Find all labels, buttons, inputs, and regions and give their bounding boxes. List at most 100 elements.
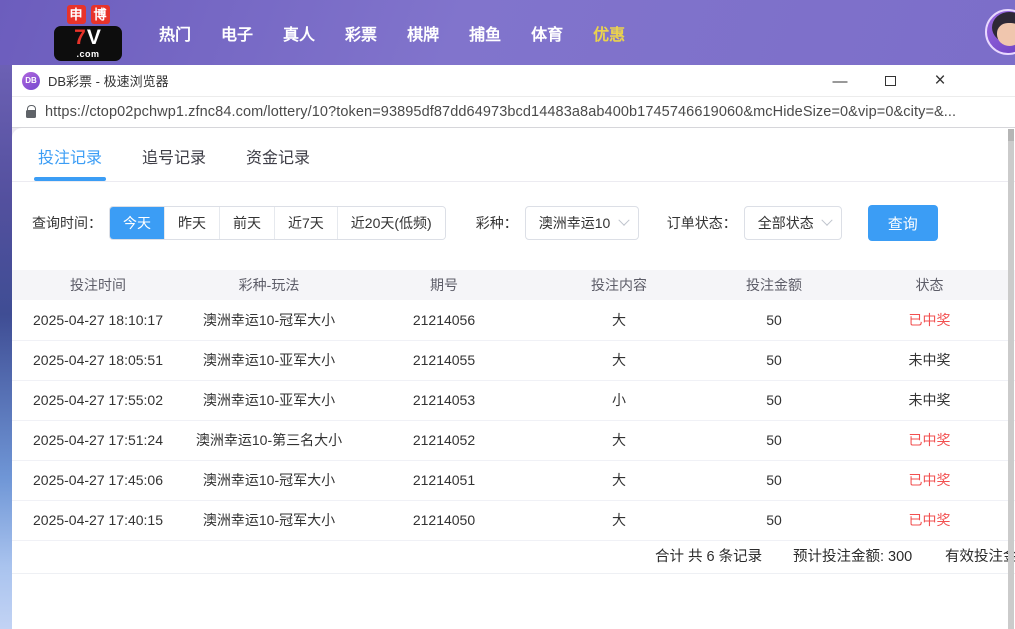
- record-tab[interactable]: 资金记录: [246, 144, 310, 181]
- logo-badges: 申 博: [54, 4, 122, 24]
- cell-bet-amount: 50: [704, 460, 844, 501]
- cell-issue-number: 21214052: [354, 420, 534, 461]
- site-favicon-icon: DB: [22, 71, 40, 90]
- maximize-icon: [884, 76, 896, 86]
- nav-item[interactable]: 体育: [516, 21, 578, 45]
- column-header: 期号: [354, 270, 534, 300]
- summary-row: 合计 共 6 条记录 预计投注金额: 300 有效投注金额: [12, 541, 1015, 574]
- cell-issue-number: 21214055: [354, 340, 534, 381]
- table-row: 2025-04-27 17:40:15 澳洲幸运10-冠军大小 21214050…: [12, 500, 1015, 541]
- time-filter-button[interactable]: 前天: [219, 207, 274, 239]
- lock-icon: [26, 104, 37, 118]
- cell-bet-time: 2025-04-27 17:55:02: [12, 380, 184, 421]
- time-filter-label: 查询时间：: [32, 215, 102, 231]
- top-navigation-bar: 申 博 7V .com 热门 电子 真人 彩票 棋牌 捕鱼 体育 优惠: [0, 0, 1015, 65]
- column-header: 投注金额: [704, 270, 844, 300]
- cell-bet-content: 大: [534, 460, 704, 501]
- cell-bet-amount: 50: [704, 500, 844, 541]
- nav-item[interactable]: 彩票: [330, 21, 392, 45]
- column-header: 状态: [844, 270, 1015, 300]
- filter-bar: 查询时间： 今天 昨天 前天 近7天 近20天(低频) 彩种： 澳洲幸运10 订单状态：…: [32, 205, 1015, 241]
- nav-items: 热门 电子 真人 彩票 棋牌 捕鱼 体育 优惠: [144, 21, 640, 45]
- lottery-select[interactable]: 澳洲幸运10: [524, 206, 639, 240]
- chevron-down-icon: [618, 214, 630, 226]
- table-row: 2025-04-27 18:05:51 澳洲幸运10-亚军大小 21214055…: [12, 340, 1015, 381]
- nav-item[interactable]: 棋牌: [392, 21, 454, 45]
- column-header: 投注时间: [12, 270, 184, 300]
- cell-bet-content: 大: [534, 340, 704, 381]
- cell-issue-number: 21214051: [354, 460, 534, 501]
- cell-bet-amount: 50: [704, 380, 844, 421]
- table-header: 投注时间 彩种-玩法 期号 投注内容 投注金额 状态: [12, 270, 1015, 300]
- logo-main-text: 7V: [74, 25, 102, 49]
- nav-item[interactable]: 捕鱼: [454, 21, 516, 45]
- time-filter-group: 今天 昨天 前天 近7天 近20天(低频): [109, 206, 446, 240]
- column-header: 彩种-玩法: [184, 270, 354, 300]
- record-tab[interactable]: 投注记录: [33, 144, 107, 181]
- table-row: 2025-04-27 17:45:06 澳洲幸运10-冠军大小 21214051…: [12, 460, 1015, 501]
- cell-game-playtype: 澳洲幸运10-第三名大小: [184, 420, 354, 461]
- cell-issue-number: 21214050: [354, 500, 534, 541]
- time-filter-button[interactable]: 近7天: [274, 207, 337, 239]
- nav-item[interactable]: 热门: [144, 21, 206, 45]
- cell-bet-time: 2025-04-27 17:45:06: [12, 460, 184, 501]
- cell-bet-time: 2025-04-27 17:40:15: [12, 500, 184, 541]
- cell-bet-time: 2025-04-27 17:51:24: [12, 420, 184, 461]
- cell-game-playtype: 澳洲幸运10-冠军大小: [184, 300, 354, 341]
- record-tabs: 投注记录 追号记录 资金记录: [12, 128, 1015, 182]
- close-button[interactable]: ×: [925, 68, 955, 94]
- browser-titlebar: DB DB彩票 - 极速浏览器 — ×: [12, 65, 1015, 97]
- order-status-label: 订单状态：: [666, 215, 737, 231]
- vertical-scrollbar[interactable]: [1008, 129, 1014, 629]
- order-status-select[interactable]: 全部状态: [743, 206, 842, 240]
- cell-bet-content: 小: [534, 380, 704, 421]
- cell-status: 已中奖: [844, 420, 1015, 461]
- cell-bet-content: 大: [534, 500, 704, 541]
- time-filter-button[interactable]: 昨天: [164, 207, 219, 239]
- cell-status: 未中奖: [844, 380, 1015, 421]
- table-row: 2025-04-27 17:51:24 澳洲幸运10-第三名大小 2121405…: [12, 420, 1015, 461]
- cell-bet-time: 2025-04-27 18:05:51: [12, 340, 184, 381]
- lottery-filter-label: 彩种：: [475, 215, 518, 231]
- nav-item[interactable]: 优惠: [578, 21, 640, 45]
- cell-bet-time: 2025-04-27 18:10:17: [12, 300, 184, 341]
- record-tab[interactable]: 追号记录: [142, 144, 206, 181]
- summary-total-records: 合计 共 6 条记录: [655, 548, 763, 565]
- address-bar[interactable]: https://ctop02pchwp1.zfnc84.com/lottery/…: [12, 97, 1015, 128]
- cell-status: 未中奖: [844, 340, 1015, 381]
- cell-status: 已中奖: [844, 300, 1015, 341]
- cell-status: 已中奖: [844, 500, 1015, 541]
- records-card: 投注记录 追号记录 资金记录 查询时间： 今天 昨天 前天 近7天 近20天(低频) 彩种：…: [12, 128, 1015, 628]
- logo-badge-bo: 博: [90, 4, 110, 24]
- cell-status: 已中奖: [844, 460, 1015, 501]
- table-body: 2025-04-27 18:10:17 澳洲幸运10-冠军大小 21214056…: [12, 300, 1015, 541]
- site-logo[interactable]: 申 博 7V .com: [54, 4, 122, 61]
- order-status-value: 全部状态: [757, 215, 814, 231]
- cell-game-playtype: 澳洲幸运10-冠军大小: [184, 500, 354, 541]
- bet-records-table: 投注时间 彩种-玩法 期号 投注内容 投注金额 状态 2025-04-27 18:10:1…: [12, 270, 1015, 541]
- user-avatar[interactable]: [985, 9, 1015, 55]
- table-row: 2025-04-27 17:55:02 澳洲幸运10-亚军大小 21214053…: [12, 380, 1015, 421]
- minimize-button[interactable]: —: [825, 68, 855, 94]
- cell-game-playtype: 澳洲幸运10-亚军大小: [184, 340, 354, 381]
- logo-box: 7V .com: [54, 25, 122, 61]
- window-title: DB彩票 - 极速浏览器: [48, 74, 169, 89]
- cell-bet-content: 大: [534, 420, 704, 461]
- cell-bet-amount: 50: [704, 300, 844, 341]
- nav-item[interactable]: 真人: [268, 21, 330, 45]
- query-button[interactable]: 查询: [867, 205, 938, 241]
- cell-bet-amount: 50: [704, 340, 844, 381]
- url-text[interactable]: https://ctop02pchwp1.zfnc84.com/lottery/…: [45, 104, 956, 120]
- page-content: 投注记录 追号记录 资金记录 查询时间： 今天 昨天 前天 近7天 近20天(低频) 彩种：…: [12, 128, 1015, 628]
- time-filter-button[interactable]: 今天: [110, 207, 164, 239]
- cell-game-playtype: 澳洲幸运10-亚军大小: [184, 380, 354, 421]
- window-controls: — ×: [825, 65, 955, 97]
- cell-issue-number: 21214056: [354, 300, 534, 341]
- maximize-button[interactable]: [875, 68, 905, 94]
- logo-badge-shen: 申: [66, 4, 86, 24]
- summary-valid-amount: 有效投注金额: [945, 548, 1015, 565]
- table-row: 2025-04-27 18:10:17 澳洲幸运10-冠军大小 21214056…: [12, 300, 1015, 341]
- nav-item[interactable]: 电子: [206, 21, 268, 45]
- time-filter-button[interactable]: 近20天(低频): [336, 207, 445, 239]
- column-header: 投注内容: [534, 270, 704, 300]
